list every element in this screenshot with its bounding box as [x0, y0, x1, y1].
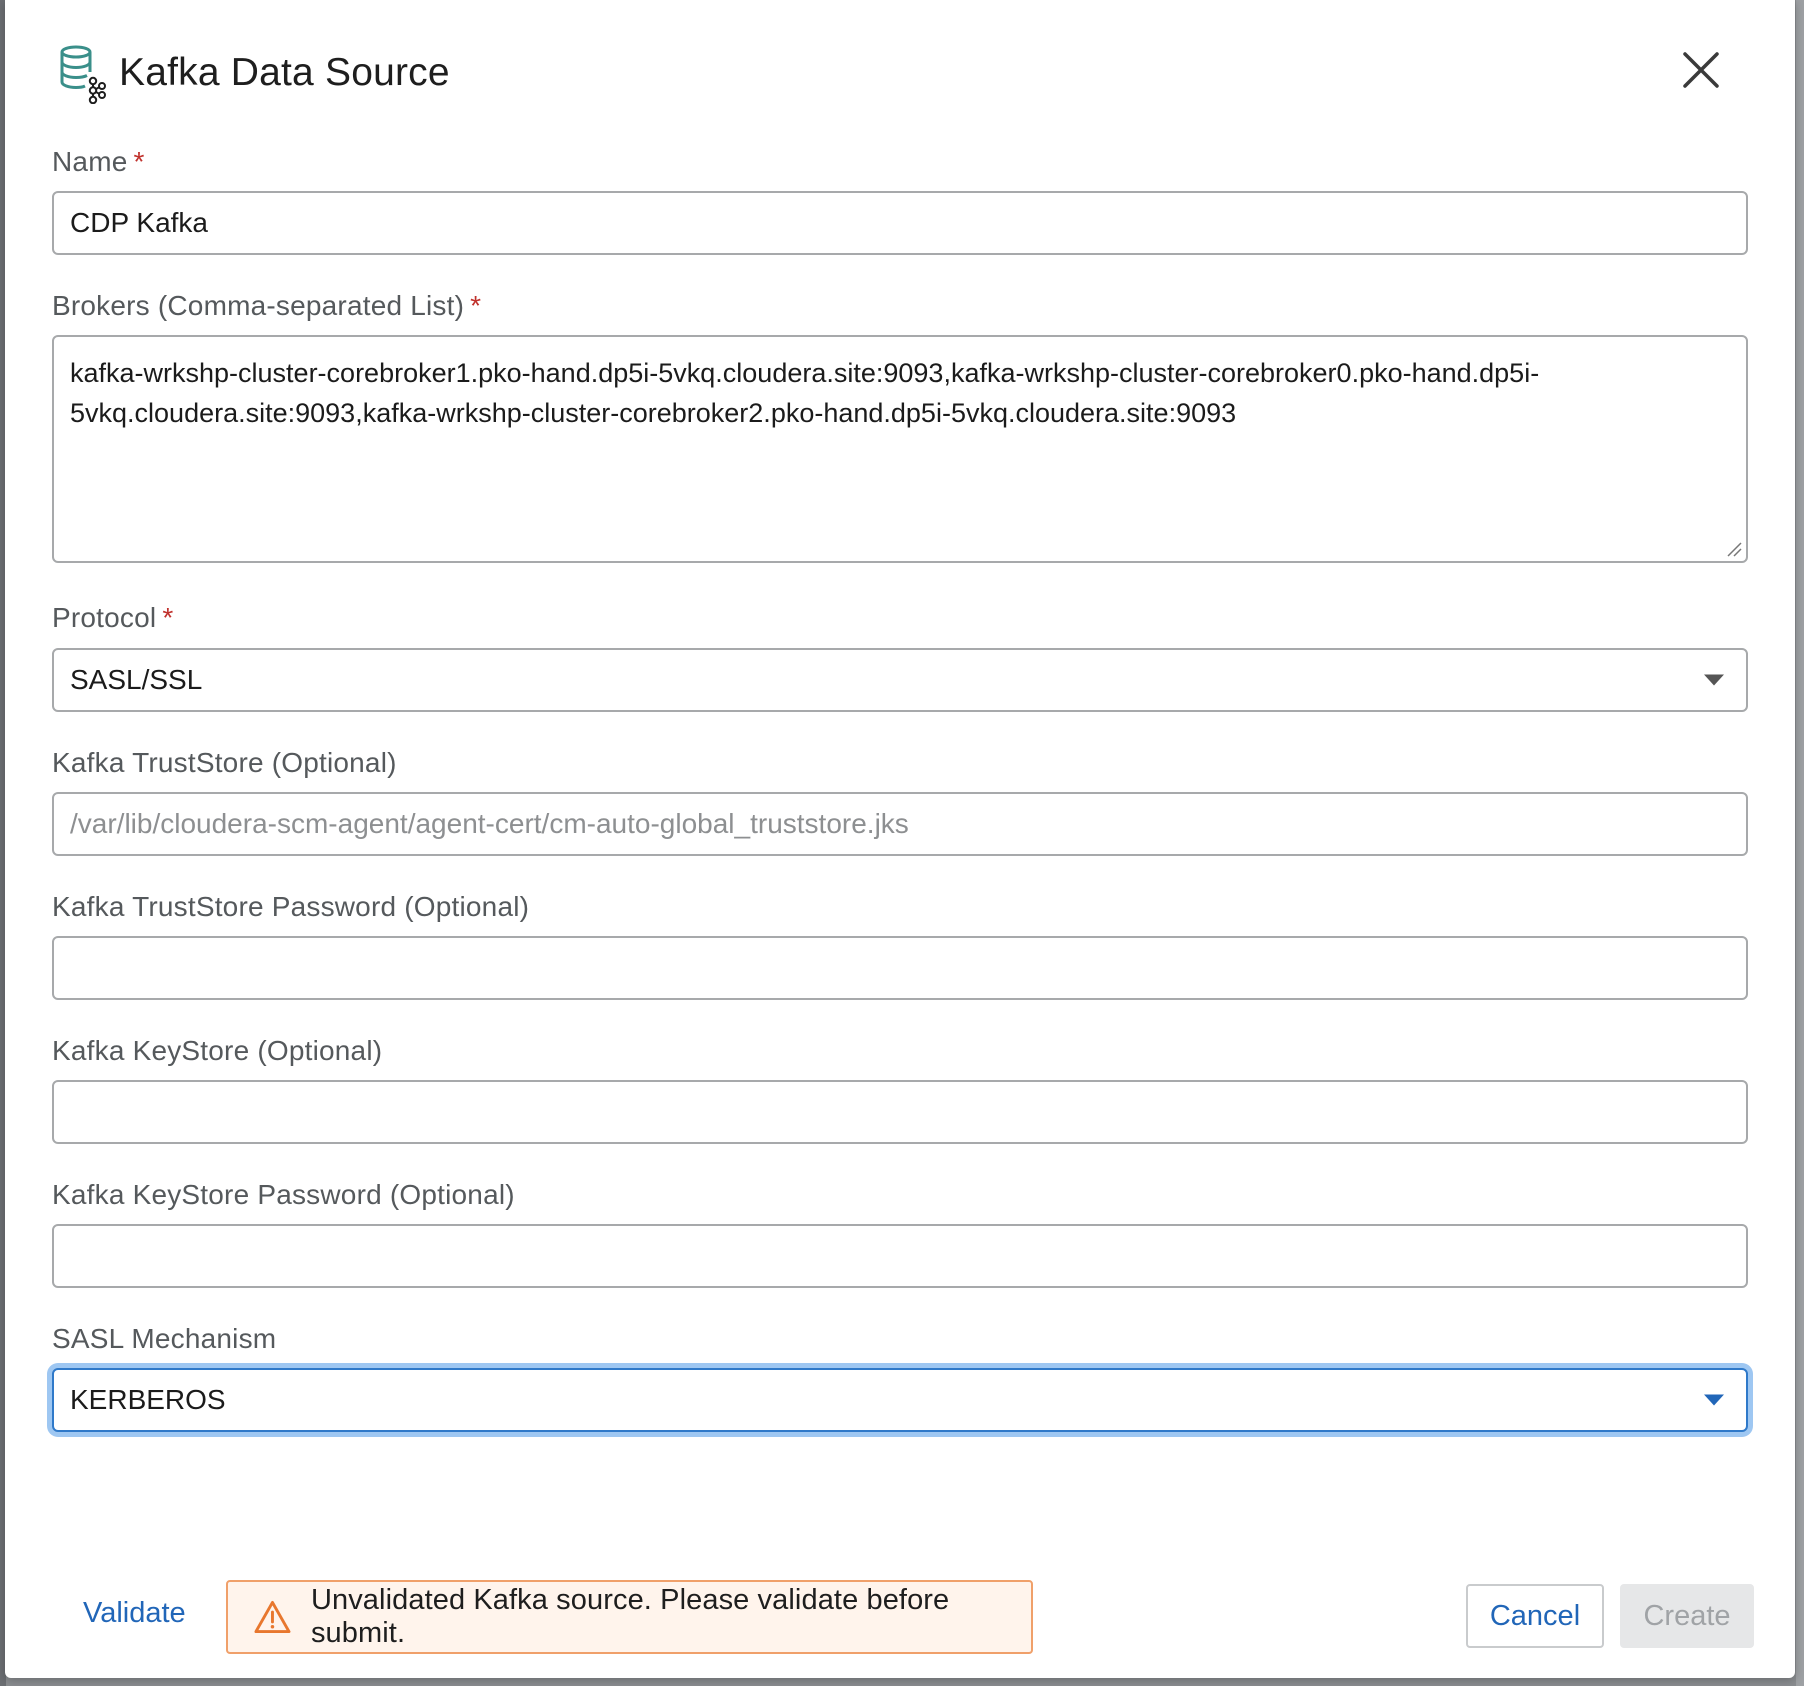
required-mark: * — [470, 290, 482, 321]
truststore-password-input[interactable] — [52, 936, 1748, 1000]
required-mark: * — [133, 146, 145, 177]
truststore-placeholder: /var/lib/cloudera-scm-agent/agent-cert/c… — [70, 808, 909, 839]
truststore-label: Kafka TrustStore (Optional) — [52, 747, 397, 779]
required-mark: * — [162, 602, 174, 633]
name-input[interactable]: CDP Kafka — [52, 191, 1748, 255]
keystore-password-label: Kafka KeyStore Password (Optional) — [52, 1179, 515, 1211]
brokers-line-2: 5vkq.cloudera.site:9093,kafka-wrkshp-clu… — [70, 398, 1237, 428]
kafka-data-source-dialog: Kafka Data Source Name * CDP Kafka Broker… — [5, 0, 1795, 1678]
sasl-mechanism-select[interactable]: KERBEROS — [52, 1368, 1748, 1432]
database-kafka-icon — [57, 42, 109, 105]
warning-message: Unvalidated Kafka source. Please validat… — [310, 1584, 950, 1649]
protocol-selected-value: SASL/SSL — [70, 664, 203, 695]
protocol-label: Protocol * — [52, 602, 173, 634]
warning-triangle-icon — [254, 1600, 291, 1634]
validation-warning-banner: Unvalidated Kafka source. Please validat… — [226, 1580, 1033, 1654]
protocol-label-text: Protocol — [52, 602, 157, 633]
protocol-select[interactable]: SASL/SSL — [52, 648, 1748, 712]
name-label-text: Name — [52, 146, 128, 177]
brokers-label: Brokers (Comma-separated List) * — [52, 290, 481, 322]
name-label: Name * — [52, 146, 145, 178]
keystore-input[interactable] — [52, 1080, 1748, 1144]
truststore-password-label-text: Kafka TrustStore Password (Optional) — [52, 891, 530, 922]
truststore-label-text: Kafka TrustStore (Optional) — [52, 747, 397, 778]
validate-link[interactable]: Validate — [83, 1597, 186, 1630]
close-button[interactable] — [1679, 48, 1723, 92]
dialog-title: Kafka Data Source — [119, 51, 450, 94]
dialog-header: Kafka Data Source — [57, 38, 450, 108]
sasl-mechanism-label-text: SASL Mechanism — [52, 1323, 277, 1354]
backdrop-right — [1796, 0, 1804, 1686]
brokers-line-1: kafka-wrkshp-cluster-corebroker1.pko-han… — [70, 358, 1540, 388]
truststore-input[interactable]: /var/lib/cloudera-scm-agent/agent-cert/c… — [52, 792, 1748, 856]
name-input-value: CDP Kafka — [70, 207, 208, 238]
close-icon — [1683, 52, 1719, 88]
keystore-label: Kafka KeyStore (Optional) — [52, 1035, 382, 1067]
sasl-mechanism-selected-value: KERBEROS — [70, 1384, 226, 1415]
create-button[interactable]: Create — [1620, 1584, 1754, 1648]
resize-grip-icon[interactable] — [1724, 539, 1742, 557]
sasl-mechanism-label: SASL Mechanism — [52, 1323, 276, 1355]
brokers-textarea[interactable]: kafka-wrkshp-cluster-corebroker1.pko-han… — [52, 335, 1748, 563]
keystore-password-label-text: Kafka KeyStore Password (Optional) — [52, 1179, 515, 1210]
keystore-label-text: Kafka KeyStore (Optional) — [52, 1035, 383, 1066]
keystore-password-input[interactable] — [52, 1224, 1748, 1288]
truststore-password-label: Kafka TrustStore Password (Optional) — [52, 891, 529, 923]
brokers-label-text: Brokers (Comma-separated List) — [52, 290, 465, 321]
chevron-down-icon — [1704, 1394, 1724, 1406]
chevron-down-icon — [1704, 674, 1724, 686]
cancel-button[interactable]: Cancel — [1466, 1584, 1604, 1648]
